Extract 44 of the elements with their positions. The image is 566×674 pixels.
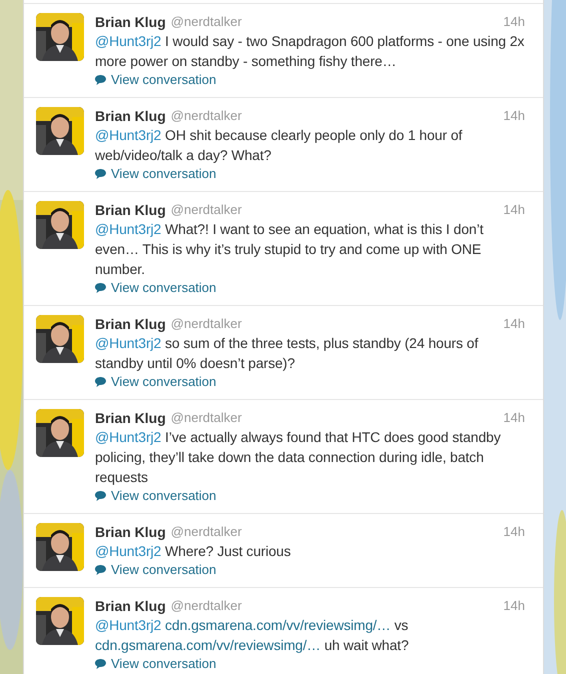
author-name[interactable]: Brian Klug: [95, 106, 166, 126]
speech-bubble-icon: [95, 565, 106, 575]
view-conversation-link[interactable]: View conversation: [95, 165, 216, 183]
speech-bubble-icon: [95, 75, 106, 85]
timestamp: 14h: [503, 201, 525, 220]
tweet-text: @Hunt3rj2 I’ve actually always found that HTC does good standby policing, they’ll take down the data connection during idle, batch requests: [95, 428, 502, 487]
timestamp: 14h: [503, 315, 525, 334]
tweet-text: @Hunt3rj2 so sum of the three tests, plus standby (24 hours of standby until 0% doesn’t parse)?: [95, 334, 480, 373]
author-name[interactable]: Brian Klug: [95, 522, 166, 542]
view-conversation-link[interactable]: View conversation: [95, 655, 216, 673]
mention-link[interactable]: @Hunt3rj2: [95, 543, 162, 559]
speech-bubble-icon: [95, 659, 106, 669]
author-name[interactable]: Brian Klug: [95, 596, 166, 616]
timestamp: 14h: [503, 13, 525, 32]
view-conversation-link[interactable]: View conversation: [95, 561, 216, 579]
tweet-text: @Hunt3rj2 Where? Just curious: [95, 542, 292, 561]
mention-link[interactable]: @Hunt3rj2: [95, 335, 162, 351]
speech-bubble-icon: [95, 491, 106, 501]
speech-bubble-icon: [95, 283, 106, 293]
mention-link[interactable]: @Hunt3rj2: [95, 127, 162, 143]
mention-link[interactable]: @Hunt3rj2: [95, 617, 162, 633]
tweet-text: @Hunt3rj2 OH shit because clearly people only do 1 hour of web/video/talk a day? What?: [95, 126, 464, 165]
author-name[interactable]: Brian Klug: [95, 200, 166, 220]
mention-link[interactable]: @Hunt3rj2: [95, 429, 162, 445]
author-name[interactable]: Brian Klug: [95, 408, 166, 428]
view-conversation-link[interactable]: View conversation: [95, 279, 216, 297]
url-link[interactable]: cdn.gsmarena.com/vv/reviewsimg/…: [165, 617, 391, 633]
mention-link[interactable]: @Hunt3rj2: [95, 221, 162, 237]
timestamp: 14h: [503, 597, 525, 616]
timestamp: 14h: [503, 107, 525, 126]
speech-bubble-icon: [95, 377, 106, 387]
view-conversation-link[interactable]: View conversation: [95, 71, 216, 89]
tweet-text: @Hunt3rj2 I would say - two Snapdragon 600 platforms - one using 2x more power on standby - something fishy there…: [95, 32, 525, 71]
author-name[interactable]: Brian Klug: [95, 12, 166, 32]
tweet-text: @Hunt3rj2 cdn.gsmarena.com/vv/reviewsimg/… vs cdn.gsmarena.com/vv/reviewsimg/… uh wait what?: [95, 616, 410, 655]
author-name[interactable]: Brian Klug: [95, 314, 166, 334]
url-link[interactable]: cdn.gsmarena.com/vv/reviewsimg/…: [95, 637, 321, 653]
speech-bubble-icon: [95, 169, 106, 179]
view-conversation-link[interactable]: View conversation: [95, 373, 216, 391]
timestamp: 14h: [503, 409, 525, 428]
tweet-text: @Hunt3rj2 What?! I want to see an equation, what is this I don’t even… This is why it’s truly stupid to try and come up with ONE number.: [95, 220, 484, 279]
mention-link[interactable]: @Hunt3rj2: [95, 33, 162, 49]
timestamp: 14h: [503, 523, 525, 542]
view-conversation-link[interactable]: View conversation: [95, 487, 216, 505]
